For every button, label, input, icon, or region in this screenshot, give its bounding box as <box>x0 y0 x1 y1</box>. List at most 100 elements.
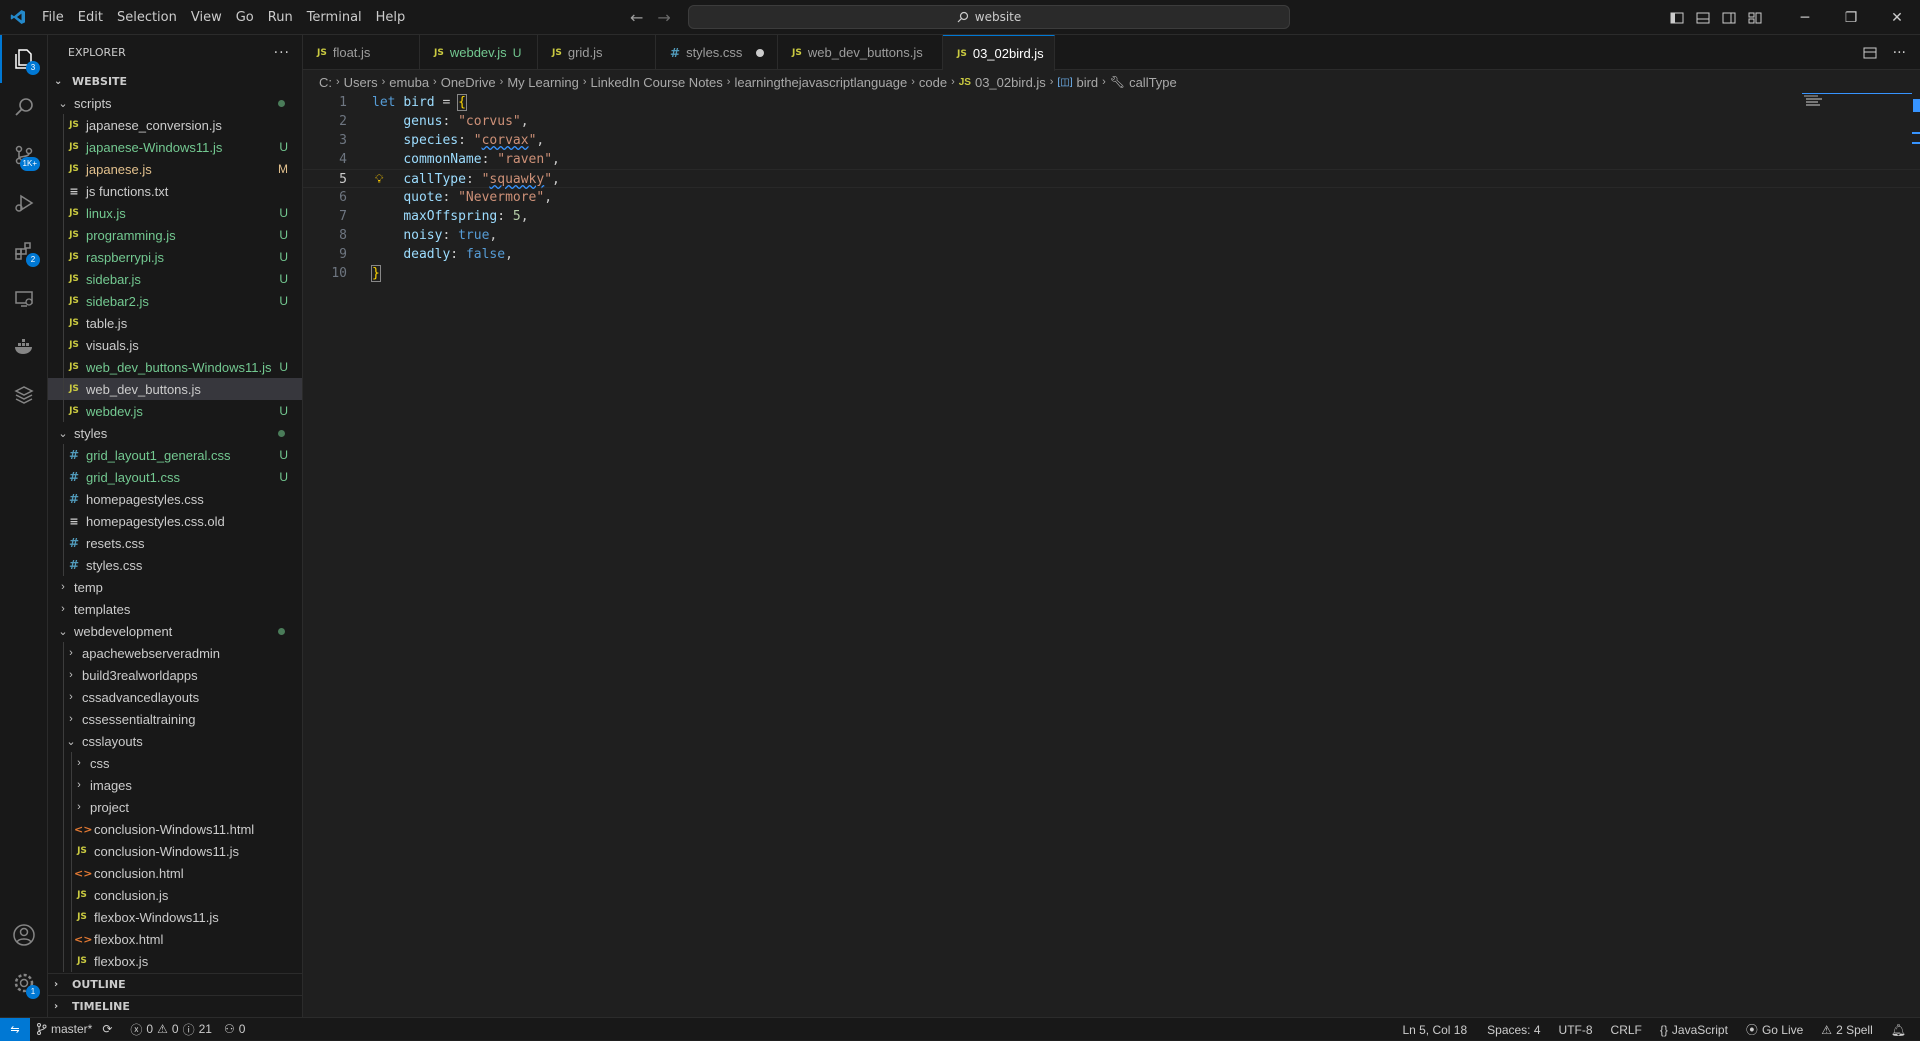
code-editor[interactable]: 1 let bird = {2 genus: "corvus", 3 species… <box>303 93 1920 1017</box>
file-item[interactable]: JS linux.js U <box>48 202 302 224</box>
toggle-secondary-sidebar-icon[interactable] <box>1716 0 1742 35</box>
file-item[interactable]: JS web_dev_buttons.js <box>48 378 302 400</box>
file-item[interactable]: JS sidebar.js U <box>48 268 302 290</box>
toggle-primary-sidebar-icon[interactable] <box>1664 0 1690 35</box>
branch-status[interactable]: master* ⟳ <box>30 1022 118 1036</box>
code-line[interactable]: 8 noisy: true, <box>303 226 1920 245</box>
restore-icon[interactable]: ❐ <box>1828 0 1874 35</box>
overview-ruler[interactable] <box>1906 93 1920 1017</box>
close-icon[interactable]: ✕ <box>1874 0 1920 35</box>
run-debug-icon[interactable] <box>0 179 48 227</box>
toggle-panel-icon[interactable] <box>1690 0 1716 35</box>
split-editor-icon[interactable] <box>1863 46 1877 60</box>
menu-view[interactable]: View <box>184 0 229 35</box>
go-live-button[interactable]: ⦿ Go Live <box>1740 1021 1809 1038</box>
folder-item[interactable]: › project <box>48 796 302 818</box>
remote-explorer-icon[interactable] <box>0 275 48 323</box>
accounts-icon[interactable] <box>0 911 48 959</box>
folder-item[interactable]: ⌄ styles <box>48 422 302 444</box>
code-line[interactable]: 5 💡︎ callType: "squawky", <box>303 169 1920 188</box>
source-control-icon[interactable]: 1K+ <box>0 131 48 179</box>
file-item[interactable]: ≡ js functions.txt <box>48 180 302 202</box>
forward-arrow-icon[interactable]: → <box>657 8 670 27</box>
indentation[interactable]: Spaces: 4 <box>1481 1023 1546 1037</box>
spell-check-status[interactable]: ⚠ 2 Spell <box>1815 1023 1878 1037</box>
code-line[interactable]: 1 let bird = { <box>303 93 1920 112</box>
file-item[interactable]: JS flexbox-Windows11.js <box>48 906 302 928</box>
more-actions-icon[interactable]: ··· <box>274 45 290 61</box>
unsaved-dot-icon[interactable] <box>756 48 765 57</box>
file-item[interactable]: JS raspberrypi.js U <box>48 246 302 268</box>
folder-item[interactable]: ⌄ scripts <box>48 92 302 114</box>
file-item[interactable]: # homepagestyles.css <box>48 488 302 510</box>
workspace-root-header[interactable]: ⌄ WEBSITE <box>48 70 302 92</box>
file-item[interactable]: JS japanese-Windows11.js U <box>48 136 302 158</box>
cursor-position[interactable]: Ln 5, Col 18 <box>1396 1023 1473 1037</box>
file-item[interactable]: JS programming.js U <box>48 224 302 246</box>
file-item[interactable]: JS japanese_conversion.js <box>48 114 302 136</box>
breadcrumb-item[interactable]: Users <box>344 75 378 90</box>
explorer-icon[interactable]: 3 <box>0 35 48 83</box>
file-item[interactable]: # styles.css <box>48 554 302 576</box>
end-of-line[interactable]: CRLF <box>1605 1023 1648 1037</box>
back-arrow-icon[interactable]: ← <box>630 8 643 27</box>
breadcrumb-item[interactable]: OneDrive <box>441 75 496 90</box>
file-item[interactable]: JS conclusion.js <box>48 884 302 906</box>
editor-tab[interactable]: # styles.css <box>656 35 778 70</box>
file-item[interactable]: JS japanese.js M <box>48 158 302 180</box>
file-item[interactable]: <> flexbox.html <box>48 928 302 950</box>
file-item[interactable]: # grid_layout1.css U <box>48 466 302 488</box>
ports-status[interactable]: ⚇ 0 <box>218 1022 251 1036</box>
breadcrumb-item[interactable]: callType <box>1129 75 1177 90</box>
file-item[interactable]: ≡ homepagestyles.css.old <box>48 510 302 532</box>
menu-go[interactable]: Go <box>229 0 261 35</box>
menu-selection[interactable]: Selection <box>110 0 184 35</box>
folder-item[interactable]: › temp <box>48 576 302 598</box>
timeline-section-header[interactable]: › TIMELINE <box>48 995 302 1017</box>
menu-edit[interactable]: Edit <box>71 0 110 35</box>
menu-file[interactable]: File <box>35 0 71 35</box>
folder-item[interactable]: › images <box>48 774 302 796</box>
code-line[interactable]: 3 species: "corvax", <box>303 131 1920 150</box>
folder-item[interactable]: › templates <box>48 598 302 620</box>
file-item[interactable]: # grid_layout1_general.css U <box>48 444 302 466</box>
customize-layout-icon[interactable] <box>1742 0 1768 35</box>
file-item[interactable]: JS webdev.js U <box>48 400 302 422</box>
folder-item[interactable]: ⌄ csslayouts <box>48 730 302 752</box>
breadcrumb-item[interactable]: LinkedIn Course Notes <box>591 75 723 90</box>
command-center-search[interactable]: website <box>688 5 1290 29</box>
folder-item[interactable]: › apachewebserveradmin <box>48 642 302 664</box>
docker-icon[interactable] <box>0 323 48 371</box>
editor-tab[interactable]: JS web_dev_buttons.js <box>778 35 943 70</box>
editor-tab[interactable]: JS webdev.js U <box>420 35 538 70</box>
code-line[interactable]: 4 commonName: "raven", <box>303 150 1920 169</box>
file-item[interactable]: JS web_dev_buttons-Windows11.js U <box>48 356 302 378</box>
file-item[interactable]: JS visuals.js <box>48 334 302 356</box>
folder-item[interactable]: › css <box>48 752 302 774</box>
file-item[interactable]: <> conclusion-Windows11.html <box>48 818 302 840</box>
breadcrumb-item[interactable]: code <box>919 75 947 90</box>
menu-help[interactable]: Help <box>369 0 413 35</box>
search-view-icon[interactable] <box>0 83 48 131</box>
folder-item[interactable]: ⌄ webdevelopment <box>48 620 302 642</box>
code-line[interactable]: 9 deadly: false, <box>303 245 1920 264</box>
code-line[interactable]: 7 maxOffspring: 5, <box>303 207 1920 226</box>
minimize-icon[interactable]: ─ <box>1782 0 1828 35</box>
outline-section-header[interactable]: › OUTLINE <box>48 973 302 995</box>
file-item[interactable]: # resets.css <box>48 532 302 554</box>
manage-gear-icon[interactable]: 1 <box>0 959 48 1007</box>
code-line[interactable]: 10} <box>303 264 1920 283</box>
file-item[interactable]: JS flexbox.js <box>48 950 302 972</box>
minimap[interactable] <box>1802 93 1912 123</box>
code-line[interactable]: 2 genus: "corvus", <box>303 112 1920 131</box>
code-area[interactable]: 1 let bird = {2 genus: "corvus", 3 species… <box>303 93 1920 283</box>
breadcrumb-item[interactable]: emuba <box>389 75 429 90</box>
sync-icon[interactable]: ⟳ <box>102 1022 112 1036</box>
breadcrumb-item[interactable]: learningthejavascriptlanguage <box>734 75 907 90</box>
folder-item[interactable]: › build3realworldapps <box>48 664 302 686</box>
folder-item[interactable]: › cssadvancedlayouts <box>48 686 302 708</box>
breadcrumb-item[interactable]: C: <box>319 75 332 90</box>
file-item[interactable]: <> conclusion.html <box>48 862 302 884</box>
more-actions-icon[interactable]: ··· <box>1893 45 1906 61</box>
language-mode[interactable]: {} JavaScript <box>1654 1023 1734 1037</box>
